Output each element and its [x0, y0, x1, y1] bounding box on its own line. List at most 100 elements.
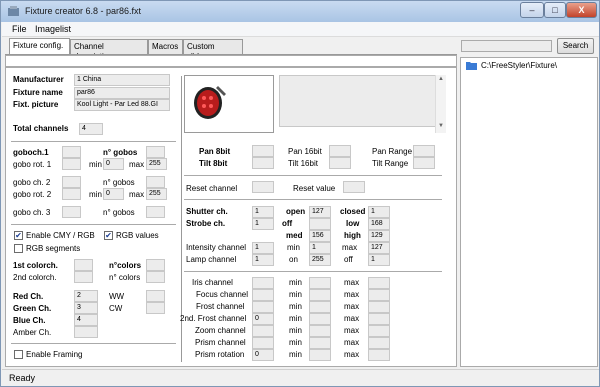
high-field[interactable]: 129: [368, 230, 390, 242]
color2-field[interactable]: [74, 271, 93, 283]
off-field[interactable]: [309, 218, 331, 230]
frost-max-field[interactable]: [368, 301, 390, 313]
amber-field[interactable]: [74, 326, 98, 338]
med-field[interactable]: 156: [309, 230, 331, 242]
cw-field[interactable]: [146, 302, 165, 314]
tab-channel-description[interactable]: Channel description: [70, 39, 148, 61]
tab-macros[interactable]: Macros: [148, 39, 183, 54]
iris-field[interactable]: [252, 277, 274, 289]
focus-field[interactable]: [252, 289, 274, 301]
tilt16-field[interactable]: [329, 157, 351, 169]
picture-list[interactable]: [279, 75, 446, 127]
zoom-max-field[interactable]: [368, 325, 390, 337]
green-field[interactable]: 3: [74, 302, 98, 314]
prism-min-field[interactable]: [309, 337, 331, 349]
gobo-rot1-label: gobo rot. 1: [13, 160, 52, 169]
gobo-rot2-field[interactable]: [62, 188, 81, 200]
rgb-segments-checkbox[interactable]: [14, 244, 23, 253]
zoom-min-field[interactable]: [309, 325, 331, 337]
total-channels-field[interactable]: 4: [79, 123, 103, 135]
blue-field[interactable]: 4: [74, 314, 98, 326]
fixture-picture-field[interactable]: Kool Light - Par Led 88.GI: [74, 99, 170, 111]
gobo-ch2-field[interactable]: [62, 176, 81, 188]
tab-fixture-config[interactable]: Fixture config.: [9, 38, 70, 55]
lamp-field[interactable]: 1: [252, 254, 274, 266]
pan16-field[interactable]: [329, 145, 351, 157]
rgb-values-label: RGB values: [116, 231, 159, 240]
zoom-field[interactable]: [252, 325, 274, 337]
gobo-rot2-max[interactable]: 255: [146, 188, 167, 200]
gobo-rot2-min[interactable]: 0: [103, 188, 124, 200]
tilt-range-field[interactable]: [413, 157, 435, 169]
search-input[interactable]: [461, 40, 552, 52]
enable-cmy-checkbox[interactable]: ✔: [14, 231, 23, 240]
frost-min-field[interactable]: [309, 301, 331, 313]
gobo-rot1-field[interactable]: [62, 158, 81, 170]
tab-custom-sliders[interactable]: Custom sliders: [183, 39, 243, 61]
intensity-field[interactable]: 1: [252, 242, 274, 254]
focus-label: Focus channel: [196, 290, 249, 299]
folder-path[interactable]: C:\FreeStyler\Fixture\: [481, 61, 557, 71]
rgb-values-checkbox[interactable]: ✔: [104, 231, 113, 240]
maximize-button[interactable]: □: [544, 2, 566, 18]
shutter-field[interactable]: 1: [252, 206, 274, 218]
ww-label: WW: [109, 292, 125, 301]
iris-max-field[interactable]: [368, 277, 390, 289]
prism-rotation-field[interactable]: 0: [252, 349, 274, 361]
gobo-ch2-label: gobo ch. 2: [13, 178, 51, 187]
search-button[interactable]: Search: [557, 38, 594, 54]
frost2-min-field[interactable]: [309, 313, 331, 325]
closed-field[interactable]: 1: [368, 206, 390, 218]
ncolors-field[interactable]: [146, 259, 165, 271]
enable-framing-checkbox[interactable]: [14, 350, 23, 359]
ncolors2-field[interactable]: [146, 271, 165, 283]
red-field[interactable]: 2: [74, 290, 98, 302]
focus-min-label: min: [289, 290, 302, 299]
folder-tree[interactable]: C:\FreeStyler\Fixture\: [460, 57, 598, 367]
strobe-field[interactable]: 1: [252, 218, 274, 230]
scrollbar[interactable]: ▲ ▼: [435, 75, 446, 133]
frost-field[interactable]: [252, 301, 274, 313]
intensity-min-field[interactable]: 1: [309, 242, 331, 254]
frost2-field[interactable]: 0: [252, 313, 274, 325]
reset-value-field[interactable]: [343, 181, 365, 193]
gobo-rot1-min[interactable]: 0: [103, 158, 124, 170]
color2-label: 2nd colorch.: [13, 273, 57, 282]
tilt8-field[interactable]: [252, 157, 274, 169]
pan-range-field[interactable]: [413, 145, 435, 157]
iris-min-label: min: [289, 278, 302, 287]
focus-min-field[interactable]: [309, 289, 331, 301]
description-field[interactable]: [5, 55, 457, 67]
open-field[interactable]: 127: [309, 206, 331, 218]
menu-bar: File Imagelist: [2, 22, 599, 37]
low-field[interactable]: 168: [368, 218, 390, 230]
prism-max-field[interactable]: [368, 337, 390, 349]
open-label: open: [286, 207, 306, 216]
iris-min-field[interactable]: [309, 277, 331, 289]
gobo-ch3-field[interactable]: [62, 206, 81, 218]
ww-field[interactable]: [146, 290, 165, 302]
n-gobos3-field[interactable]: [146, 206, 165, 218]
focus-max-field[interactable]: [368, 289, 390, 301]
color1-field[interactable]: [74, 259, 93, 271]
gobo-rot1-max[interactable]: 255: [146, 158, 167, 170]
lamp-on-field[interactable]: 255: [309, 254, 331, 266]
reset-channel-field[interactable]: [252, 181, 274, 193]
prism-rotation-min-field[interactable]: [309, 349, 331, 361]
pan8-field[interactable]: [252, 145, 274, 157]
goboch1-field[interactable]: [62, 146, 81, 158]
minimize-button[interactable]: –: [520, 2, 544, 18]
fixture-name-field[interactable]: par86: [74, 87, 170, 99]
frost2-max-field[interactable]: [368, 313, 390, 325]
n-gobos-label: n° gobos: [103, 148, 138, 157]
n-gobos-field[interactable]: [146, 146, 165, 158]
lamp-off-field[interactable]: 1: [368, 254, 390, 266]
close-button[interactable]: X: [566, 2, 597, 18]
n-gobos2-field[interactable]: [146, 176, 165, 188]
manufacturer-field[interactable]: 1 China: [74, 74, 170, 86]
menu-imagelist[interactable]: Imagelist: [35, 24, 71, 34]
menu-file[interactable]: File: [12, 24, 27, 34]
intensity-max-field[interactable]: 127: [368, 242, 390, 254]
prism-field[interactable]: [252, 337, 274, 349]
prism-rotation-max-field[interactable]: [368, 349, 390, 361]
